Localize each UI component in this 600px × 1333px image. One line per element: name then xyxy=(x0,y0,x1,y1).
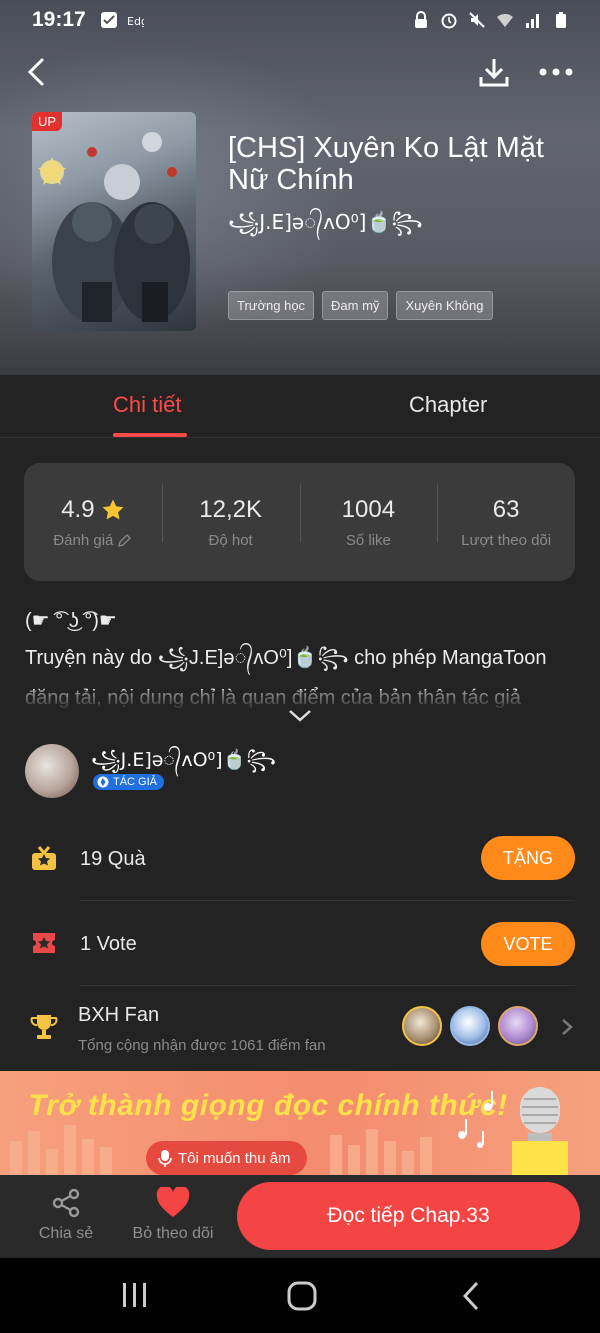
ticket-icon xyxy=(33,933,55,953)
book-author[interactable]: ꧁J.E]ə᭄ʌO⁰]🍵꧂ xyxy=(228,208,423,248)
unfollow-button[interactable]: Bỏ theo dõi xyxy=(128,1187,218,1243)
alarm-icon xyxy=(441,13,457,29)
stats-card: 4.9 Đánh giá 12,2K Độ hot 1004 Số like 6… xyxy=(24,463,575,581)
followers-label: Lượt theo dõi xyxy=(461,531,552,549)
fan-ranking-title: BXH Fan xyxy=(78,1004,160,1026)
followers-value: 63 xyxy=(492,495,520,523)
microphone-icon xyxy=(512,1087,568,1175)
fan-avatars xyxy=(402,1006,538,1046)
stat-hot: 12,2K Độ hot xyxy=(161,483,300,549)
gift-button[interactable]: TẶNG xyxy=(481,836,575,880)
genre-tag[interactable]: Xuyên Không xyxy=(396,291,493,320)
system-nav-bar xyxy=(0,1258,600,1333)
chevron-right-icon xyxy=(562,1019,573,1035)
likes-label: Số like xyxy=(345,531,391,549)
record-button[interactable]: Tôi muốn thu âm xyxy=(146,1141,307,1175)
share-icon xyxy=(52,1188,80,1218)
description-line: (☛ ͡° ͜ʖ ͡°)☛ xyxy=(25,610,117,632)
rating-label: Đánh giá xyxy=(53,531,114,549)
author-badge: TÁC GIẢ xyxy=(93,774,165,790)
description-line: Truyện này do ꧁J.E]ə᭄ʌO⁰]🍵꧂ cho phép Man… xyxy=(25,647,547,669)
tab-detail[interactable]: Chi tiết xyxy=(113,392,181,418)
genre-tag[interactable]: Trường học xyxy=(228,291,315,320)
lock-icon xyxy=(415,11,427,28)
stat-likes: 1004 Số like xyxy=(299,483,438,549)
bottom-action-bar: Chia sẻ Bỏ theo dõi Đọc tiếp Chap.33 xyxy=(0,1175,600,1258)
continue-reading-button[interactable]: Đọc tiếp Chap.33 xyxy=(237,1182,580,1250)
svg-text:Edgt: Edgt xyxy=(127,15,144,28)
status-time: 19:17 xyxy=(32,8,86,31)
download-icon xyxy=(479,59,509,87)
back-button[interactable] xyxy=(20,52,52,92)
pen-icon xyxy=(97,776,109,788)
hot-value: 12,2K xyxy=(199,495,262,523)
book-title: [CHS] Xuyên Ko Lật Mặt Nữ Chính xyxy=(228,132,544,196)
tab-bar: Chi tiết Chapter xyxy=(0,375,600,438)
genre-tag[interactable]: Đam mỹ xyxy=(322,291,389,320)
stat-rating[interactable]: 4.9 Đánh giá xyxy=(24,496,162,549)
unfollow-label: Bỏ theo dõi xyxy=(132,1225,214,1242)
likes-value: 1004 xyxy=(341,495,396,523)
edge-app-icon: Edgt xyxy=(127,15,144,28)
book-header: 19:17 Edgt xyxy=(0,0,600,375)
avatar[interactable] xyxy=(402,1006,442,1046)
record-button-label: Tôi muốn thu âm xyxy=(178,1149,291,1167)
gift-row: 19 Quà TẶNG xyxy=(0,836,600,882)
avatar[interactable] xyxy=(25,744,79,798)
vote-row: 1 Vote VOTE xyxy=(0,921,600,967)
status-bar: 19:17 Edgt xyxy=(0,0,600,40)
more-button[interactable] xyxy=(536,52,576,92)
up-badge: UP xyxy=(32,112,63,131)
vote-button[interactable]: VOTE xyxy=(481,922,575,966)
share-button[interactable]: Chia sẻ xyxy=(36,1187,96,1243)
more-dots-icon xyxy=(539,68,573,76)
stat-followers: 63 Lượt theo dõi xyxy=(437,483,575,549)
banner-headline: Trở thành giọng đọc chính thức! xyxy=(28,1089,508,1122)
book-cover[interactable]: UP xyxy=(32,112,196,331)
download-button[interactable] xyxy=(474,52,514,92)
share-label: Chia sẻ xyxy=(38,1225,94,1242)
author-row[interactable]: ꧁J.E]ə᭄ʌO⁰]🍵꧂ TÁC GIẢ xyxy=(25,744,575,798)
mic-icon xyxy=(158,1150,172,1167)
wifi-icon xyxy=(497,13,513,27)
avatar[interactable] xyxy=(450,1006,490,1046)
cover-illustration xyxy=(38,132,190,322)
gift-icon xyxy=(32,846,56,870)
gift-count: 19 Quà xyxy=(80,848,146,870)
genre-tags: Trường học Đam mỹ Xuyên Không xyxy=(228,291,493,320)
divider xyxy=(80,900,575,901)
divider xyxy=(80,985,575,986)
rating-value: 4.9 xyxy=(61,495,95,523)
battery-icon xyxy=(556,12,566,28)
chevron-down-icon[interactable] xyxy=(287,706,313,726)
chevron-left-icon xyxy=(27,58,44,86)
vote-count: 1 Vote xyxy=(80,933,137,955)
heart-icon xyxy=(156,1187,190,1217)
promo-banner[interactable]: Trở thành giọng đọc chính thức! Tôi muốn… xyxy=(0,1071,600,1175)
author-badge-label: TÁC GIẢ xyxy=(113,776,158,788)
tab-chapter[interactable]: Chapter xyxy=(409,392,487,418)
recent-apps-icon[interactable] xyxy=(121,1280,149,1310)
signal-icon xyxy=(526,14,539,28)
mute-icon xyxy=(469,12,485,28)
home-icon[interactable] xyxy=(286,1280,318,1312)
back-nav-icon[interactable] xyxy=(460,1280,482,1312)
check-icon xyxy=(100,12,117,28)
music-notes-icon xyxy=(458,1091,493,1148)
avatar[interactable] xyxy=(498,1006,538,1046)
trophy-icon xyxy=(30,1015,58,1039)
pencil-icon xyxy=(118,533,132,547)
hot-label: Độ hot xyxy=(208,531,253,549)
star-icon xyxy=(102,499,124,519)
fan-ranking-subtitle: Tổng cộng nhận được 1061 điểm fan xyxy=(78,1037,326,1054)
active-tab-indicator xyxy=(113,433,187,437)
